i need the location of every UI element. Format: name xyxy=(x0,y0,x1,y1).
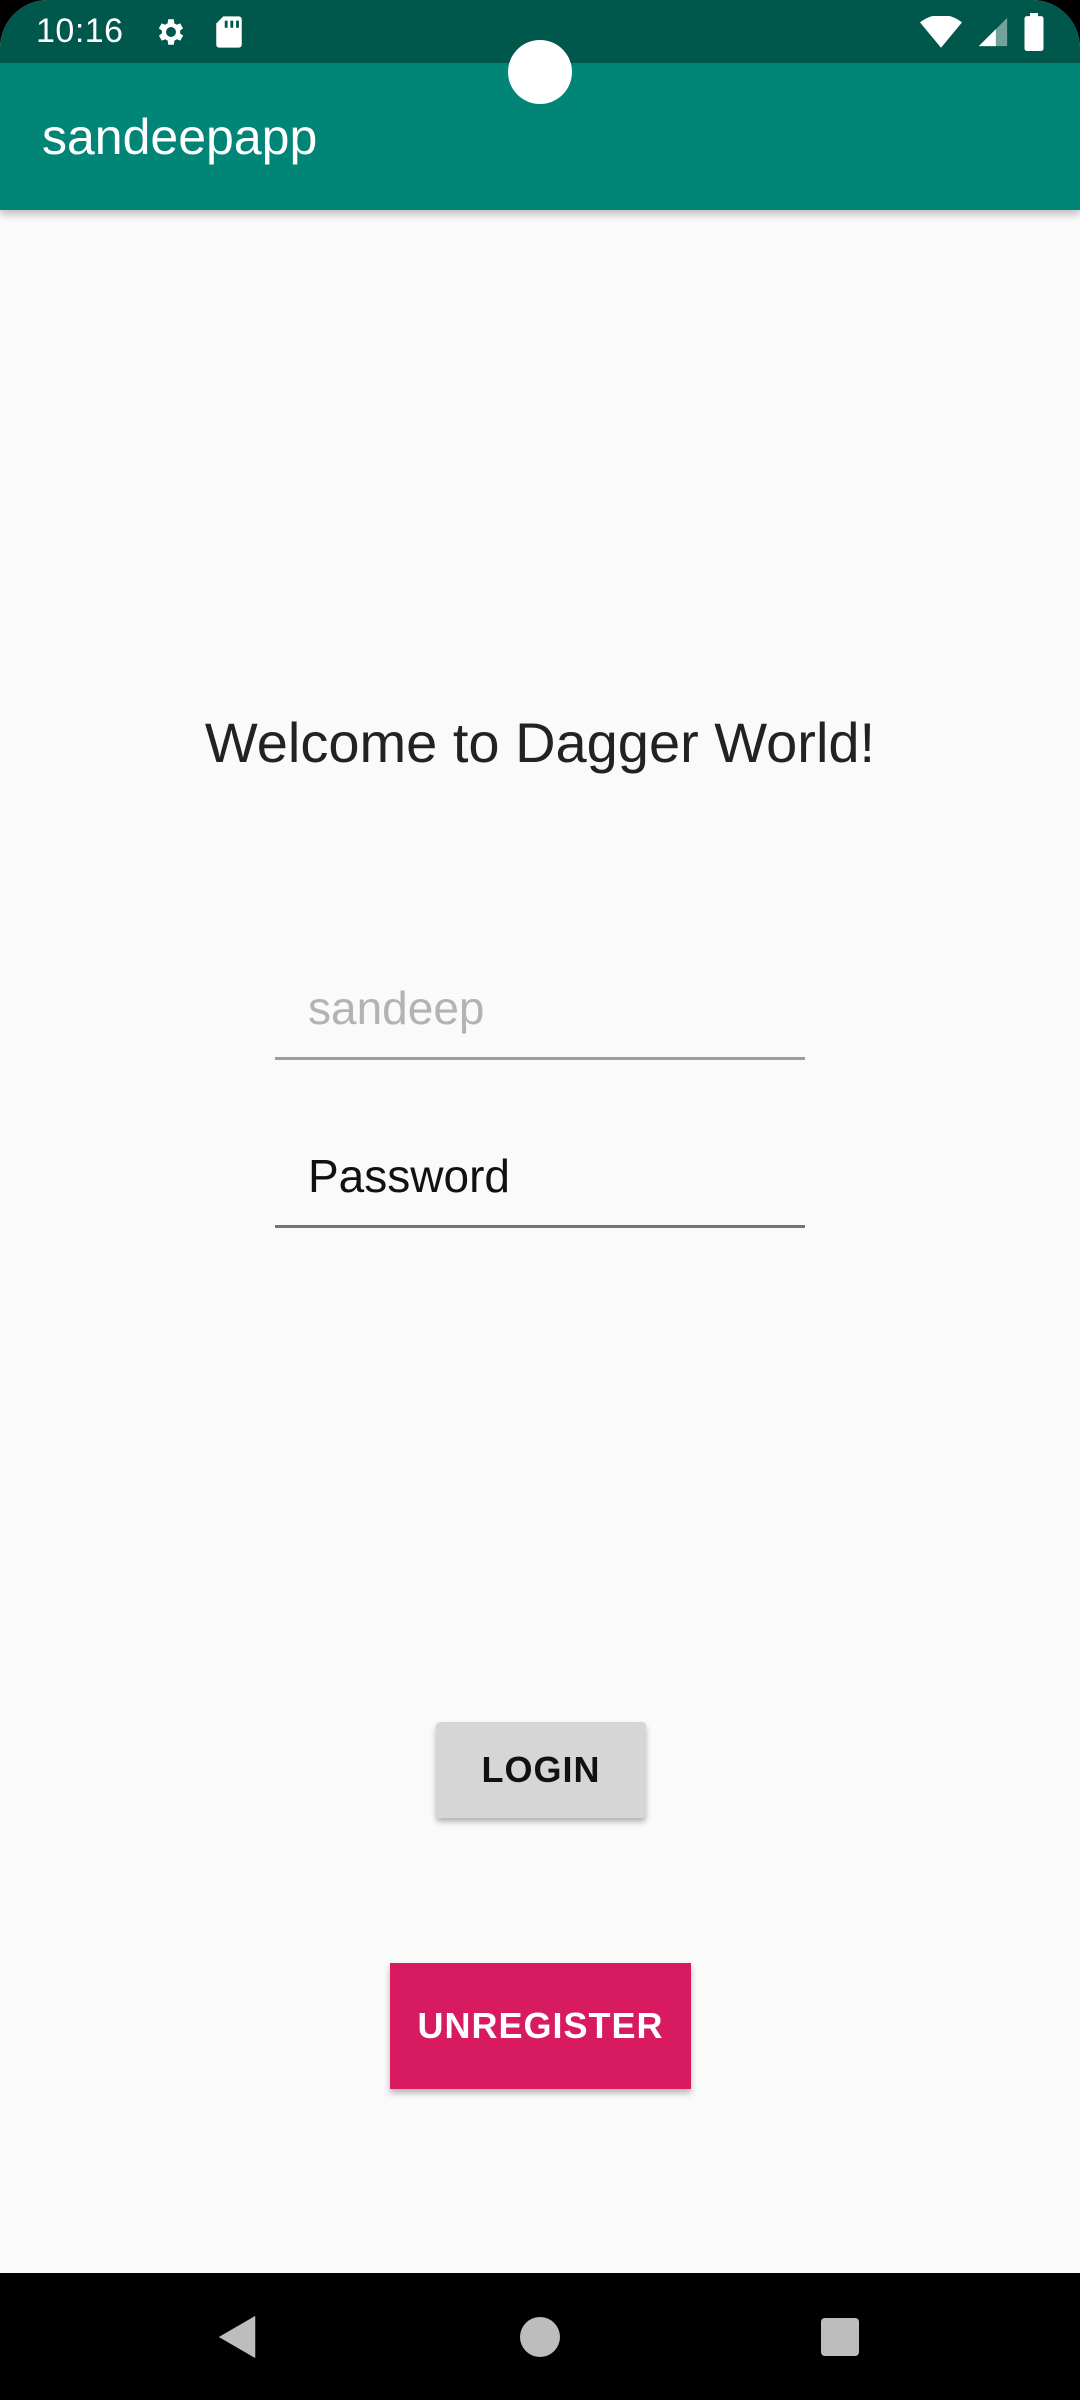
recents-button[interactable] xyxy=(760,2273,920,2400)
phone-screen: 10:16 sandeepapp Welcome to Dagger World xyxy=(0,0,1080,2400)
back-button[interactable] xyxy=(158,2273,318,2400)
status-right-icons xyxy=(920,12,1044,51)
home-button[interactable] xyxy=(460,2273,620,2400)
username-placeholder: sandeep xyxy=(308,982,485,1034)
camera-cutout xyxy=(508,40,572,104)
login-content: Welcome to Dagger World! sandeep Passwor… xyxy=(0,210,1080,2273)
battery-icon xyxy=(1024,12,1044,51)
back-icon xyxy=(216,2314,260,2360)
welcome-heading: Welcome to Dagger World! xyxy=(204,711,876,774)
wifi-icon xyxy=(920,15,962,48)
app-title: sandeepapp xyxy=(42,108,318,165)
status-time: 10:16 xyxy=(36,12,124,50)
home-icon xyxy=(520,2316,560,2357)
status-left-icons xyxy=(154,15,244,49)
recents-icon xyxy=(821,2317,859,2356)
sd-card-icon xyxy=(214,15,244,49)
unregister-button[interactable]: UNREGISTER xyxy=(390,1963,691,2089)
settings-icon xyxy=(154,15,188,49)
navigation-bar xyxy=(0,2273,1080,2400)
username-field[interactable]: sandeep xyxy=(275,970,805,1060)
password-value: Password xyxy=(308,1150,510,1202)
login-button[interactable]: LOGIN xyxy=(436,1722,646,1818)
password-field[interactable]: Password xyxy=(275,1138,805,1228)
signal-icon xyxy=(976,15,1010,49)
